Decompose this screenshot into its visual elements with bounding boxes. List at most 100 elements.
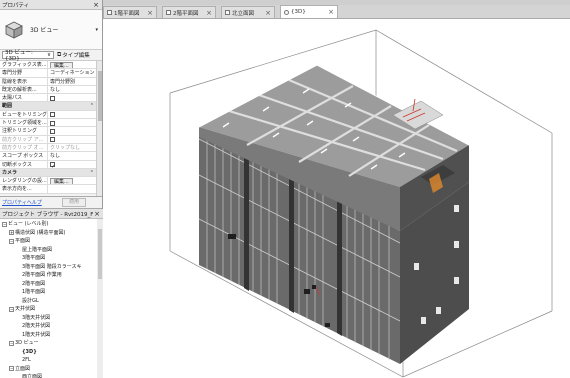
checkbox[interactable] — [50, 95, 55, 101]
property-value[interactable]: 専門分野別 — [48, 78, 102, 85]
close-icon[interactable]: × — [265, 9, 271, 17]
property-group-header[interactable]: 範囲 ⌃ — [0, 102, 102, 111]
properties-header: プロパティ × — [0, 0, 102, 10]
tree-item-label: 平面図 — [15, 238, 31, 244]
tree-item[interactable]: − 立面図 — [0, 365, 103, 374]
tab-2f-plan[interactable]: 2階平面図 × — [162, 6, 216, 18]
tree-item[interactable]: 屋上階平面図 — [0, 246, 103, 255]
tree-item[interactable]: 1階平面図 — [0, 288, 103, 297]
property-key: 注釈トリミング — [0, 127, 48, 135]
tree-item[interactable]: − 平面図 — [0, 237, 103, 246]
dropdown-arrow-icon[interactable]: ▾ — [95, 27, 98, 33]
property-value[interactable]: 編集... — [48, 177, 102, 185]
tree-item[interactable]: 3階平面図 — [0, 254, 103, 263]
checkbox[interactable] — [50, 112, 55, 118]
tree-item[interactable]: 西立面図 — [0, 373, 103, 378]
building-model[interactable] — [103, 19, 570, 378]
property-key: 切断ボックス — [0, 160, 48, 168]
property-row[interactable]: 陰線を表示 専門分野別 — [0, 77, 102, 86]
edit-type-icon: ⧉ — [57, 51, 62, 58]
tree-item[interactable]: + 構造伏図 (構造平面図) — [0, 229, 103, 238]
tab-north-elevation[interactable]: 北立面図 × — [221, 6, 275, 18]
collapse-icon[interactable]: − — [2, 221, 7, 227]
tree-item[interactable]: 3階平面図 階段カラースキ — [0, 263, 103, 272]
apply-button[interactable]: 適用 — [61, 198, 86, 207]
property-group-header[interactable]: カメラ ⌃ — [0, 168, 102, 178]
type-name: 3D ビュー — [30, 27, 59, 34]
edit-type-button[interactable]: ⧉ タイプ編集 — [57, 51, 90, 59]
property-row[interactable]: 既定の解析表... なし — [0, 85, 102, 95]
close-icon[interactable]: × — [147, 9, 153, 17]
properties-title: プロパティ — [2, 2, 30, 9]
property-checkbox-cell[interactable] — [48, 119, 102, 126]
collapse-icon[interactable]: − — [9, 238, 14, 244]
tab-1f-plan[interactable]: 1階平面図 × — [103, 6, 157, 18]
property-value[interactable]: なし — [48, 86, 102, 93]
close-icon[interactable]: × — [328, 8, 334, 16]
tree-item[interactable]: 3階天井伏図 — [0, 314, 103, 323]
tree-item[interactable]: {3D} — [0, 348, 103, 357]
property-row[interactable]: 表示方向を... — [0, 185, 102, 194]
tree-item[interactable]: 設計GL — [0, 297, 103, 306]
checkbox[interactable]: ✓ — [50, 162, 55, 168]
edit-button[interactable]: 編集... — [50, 61, 73, 69]
property-key: 既定の解析表... — [0, 85, 48, 94]
close-icon[interactable]: × — [206, 9, 212, 17]
property-value[interactable]: 編集... — [48, 61, 102, 69]
property-row[interactable]: スコープ ボックス なし — [0, 152, 102, 161]
collapse-icon[interactable]: − — [9, 340, 14, 346]
property-checkbox-cell[interactable] — [48, 94, 102, 101]
property-checkbox-cell[interactable]: ✓ — [48, 161, 102, 168]
property-checkbox-cell[interactable] — [48, 111, 102, 118]
property-key: カメラ — [2, 169, 18, 176]
collapse-icon[interactable]: − — [9, 306, 14, 312]
property-row[interactable]: 太陽パス — [0, 94, 102, 103]
instance-select[interactable]: 3D ビュー: {3D} ∨ — [2, 50, 54, 62]
property-key: 前方クリップ オ... — [0, 143, 48, 152]
tree-item[interactable]: 2階平面図 — [0, 280, 103, 289]
checkbox[interactable] — [50, 137, 55, 143]
property-row[interactable]: ビューをトリミング — [0, 110, 102, 120]
properties-help-link[interactable]: プロパティヘルプ — [2, 199, 62, 206]
property-row[interactable]: 前方クリップ ア... — [0, 135, 102, 144]
checkbox[interactable] — [50, 120, 55, 126]
property-key: スコープ ボックス — [0, 152, 48, 160]
property-value[interactable]: クリップなし — [48, 144, 102, 151]
instance-filter: 3D ビュー: {3D} ∨ ⧉ タイプ編集 — [0, 50, 102, 62]
project-browser: プロジェクト ブラウザ - Rvt2019_Fun_Tr... × −ビュー (… — [0, 209, 103, 378]
close-icon[interactable]: × — [92, 1, 100, 9]
plan-view-icon — [166, 10, 171, 15]
tab-3d-view[interactable]: {3D} × — [280, 5, 338, 18]
property-checkbox-cell[interactable] — [48, 127, 102, 134]
property-value[interactable]: コーディネーション — [48, 69, 102, 76]
3d-viewport[interactable] — [103, 19, 570, 378]
tree-item-label: 3D ビュー — [15, 340, 39, 346]
property-value[interactable] — [48, 185, 102, 192]
tree-item-label: {3D} — [22, 348, 37, 355]
property-checkbox-cell[interactable] — [48, 136, 102, 143]
expand-icon[interactable]: + — [9, 230, 14, 236]
property-row[interactable]: 前方クリップ オ... クリップなし — [0, 143, 102, 153]
tree-item[interactable]: − 天井伏図 — [0, 305, 103, 314]
property-row[interactable]: 切断ボックス ✓ — [0, 160, 102, 169]
type-selector[interactable]: 3D ビュー ▾ — [0, 10, 102, 50]
property-row[interactable]: 注釈トリミング — [0, 127, 102, 136]
property-row[interactable]: 専門分野 コーディネーション — [0, 69, 102, 78]
tree-item[interactable]: 2FL — [0, 356, 103, 365]
edit-button[interactable]: 編集... — [50, 177, 73, 185]
tree-item[interactable]: −3D ビュー — [0, 339, 103, 348]
property-key: 表示方向を... — [0, 185, 48, 193]
tree-item[interactable]: 2階平面図 作業用 — [0, 271, 103, 280]
tree-item[interactable]: 2階天井伏図 — [0, 322, 103, 331]
close-icon[interactable]: × — [93, 210, 101, 218]
property-row[interactable]: グラフィックス表... 編集... — [0, 61, 102, 70]
property-value[interactable]: なし — [48, 152, 102, 159]
checkbox[interactable] — [50, 128, 55, 134]
properties-scrollbar[interactable] — [96, 61, 102, 196]
collapse-icon[interactable]: − — [9, 366, 14, 372]
tree-item[interactable]: − ビュー (レベル別) — [0, 220, 103, 229]
property-row[interactable]: レンダリングの設... 編集... — [0, 177, 102, 186]
tree-item-label: 立面図 — [15, 365, 31, 372]
tree-item[interactable]: 1階天井伏図 — [0, 331, 103, 340]
property-row[interactable]: トリミング領域を... — [0, 119, 102, 128]
